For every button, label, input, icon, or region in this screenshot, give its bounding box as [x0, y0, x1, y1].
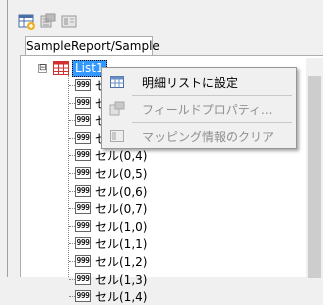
- numeric-field-icon: 999: [75, 185, 91, 197]
- tree-root-list1[interactable]: ⊟ List1: [38, 59, 107, 77]
- clear-mapping-icon: [109, 128, 125, 144]
- tree-item-cell[interactable]: 999 セル(1,2): [75, 253, 147, 269]
- add-list-icon: [18, 14, 35, 30]
- numeric-field-icon: 999: [75, 202, 91, 214]
- clear-mapping-toolbar-icon: [61, 15, 77, 28]
- menu-item-clear-mapping[interactable]: マッピング情報のクリア: [104, 125, 294, 147]
- collapse-toggle[interactable]: ⊟: [38, 63, 47, 73]
- tree-item-label: セル(1,0): [95, 219, 148, 234]
- numeric-field-icon: 999: [75, 167, 91, 179]
- tree-item-cell[interactable]: 999 セル(0,7): [75, 200, 147, 216]
- numeric-field-icon: 999: [75, 255, 91, 267]
- tree-item-label: セル(0,7): [95, 201, 148, 216]
- tab-sample-report[interactable]: SampleReport/Sample: [25, 36, 160, 56]
- numeric-field-icon: 999: [75, 132, 91, 144]
- tree-item-cell[interactable]: 999 セル(0,5): [75, 165, 147, 181]
- tree-item-label: セル(1,3): [95, 272, 148, 287]
- tree-item-label: セル(0,4): [95, 148, 148, 163]
- table-icon: [109, 74, 125, 90]
- menu-item-label: 明細リストに設定: [142, 75, 239, 90]
- numeric-field-icon: 999: [75, 290, 91, 302]
- numeric-field-icon: 999: [75, 114, 91, 126]
- tree-item-cell[interactable]: 999 セル(1,1): [75, 235, 147, 251]
- menu-item-set-detail-list[interactable]: 明細リストに設定: [104, 71, 294, 93]
- tree-item-label: セル(1,1): [95, 236, 148, 251]
- menu-separator: [132, 95, 292, 96]
- numeric-field-icon: 999: [75, 149, 91, 161]
- list-table-icon: [53, 61, 69, 75]
- field-properties-icon: [109, 101, 125, 117]
- numeric-field-icon: 999: [75, 273, 91, 285]
- numeric-field-icon: 999: [75, 79, 91, 91]
- field-properties-button[interactable]: [39, 13, 57, 31]
- numeric-field-icon: 999: [75, 237, 91, 249]
- field-properties-toolbar-icon: [40, 13, 56, 28]
- numeric-field-icon: 999: [75, 97, 91, 109]
- menu-item-label: フィールドプロパティ...: [142, 102, 273, 117]
- tree-item-cell[interactable]: 999 セル(0,6): [75, 183, 147, 199]
- toolbar: [18, 13, 78, 31]
- tree-item-label: セル(0,5): [95, 166, 148, 181]
- tree-item-label: セル(1,2): [95, 254, 148, 269]
- tree-item-label: セル(1,4): [95, 289, 148, 304]
- tree-item-cell[interactable]: 999 セル(1,0): [75, 218, 147, 234]
- context-menu: 明細リストに設定 フィールドプロパティ... マッピング情報のクリア: [101, 67, 297, 149]
- clear-mapping-button[interactable]: [60, 13, 78, 31]
- scrollbar-thumb[interactable]: [308, 76, 321, 278]
- menu-separator: [132, 122, 292, 123]
- left-window-edge: [0, 0, 8, 277]
- tree-guide-line: [68, 75, 69, 277]
- tree-item-cell[interactable]: 999 セル(1,4): [75, 288, 147, 304]
- vertical-scrollbar[interactable]: [306, 58, 323, 278]
- tree-item-cell[interactable]: 999 セル(1,3): [75, 271, 147, 287]
- tree-item-label: セル(0,6): [95, 184, 148, 199]
- numeric-field-icon: 999: [75, 220, 91, 232]
- add-list-button[interactable]: [18, 13, 36, 31]
- menu-item-field-properties[interactable]: フィールドプロパティ...: [104, 98, 294, 120]
- tree-item-cell[interactable]: 999 セル(0,4): [75, 147, 147, 163]
- menu-item-label: マッピング情報のクリア: [142, 129, 275, 144]
